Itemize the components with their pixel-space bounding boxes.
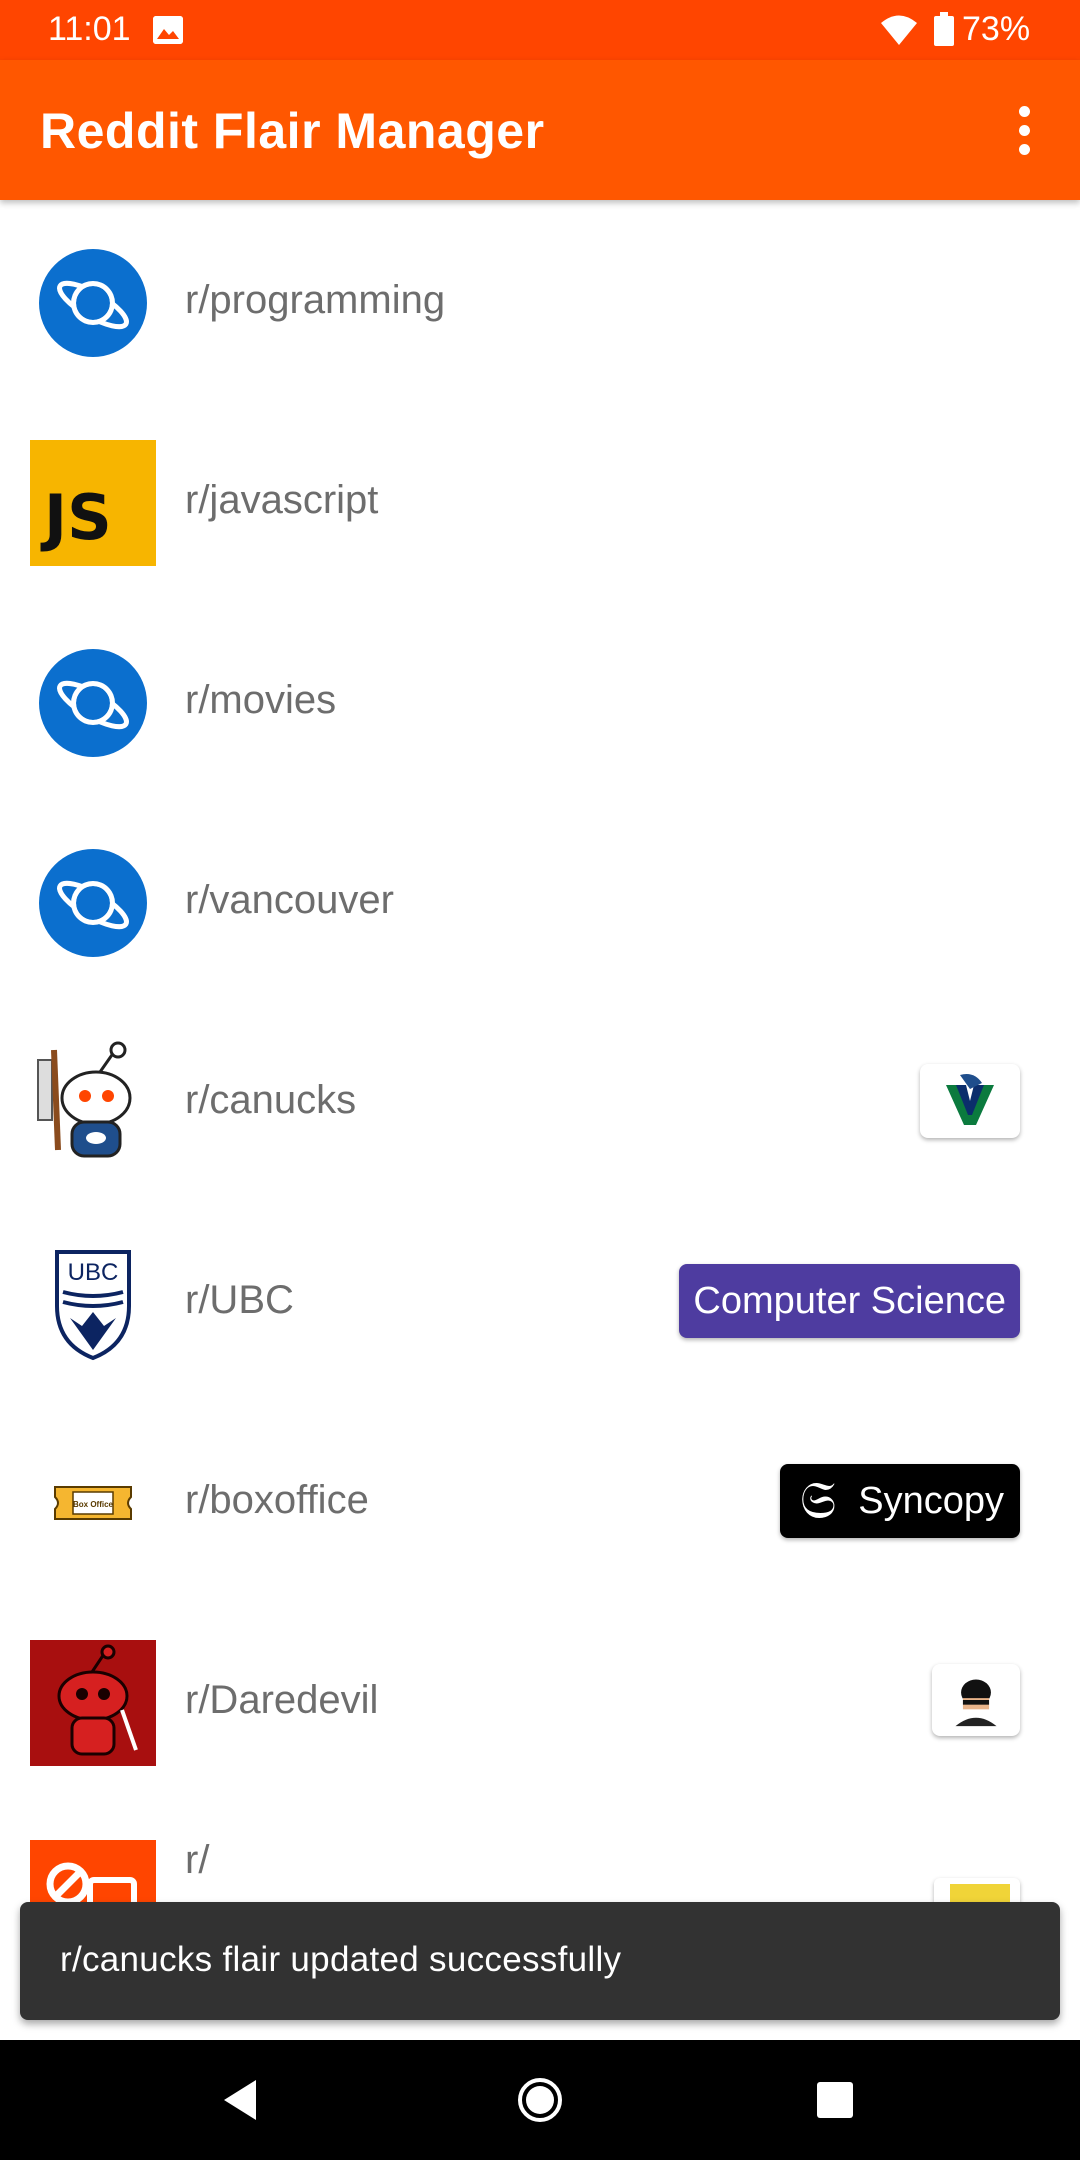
list-item[interactable]: UBC r/UBC Computer Science	[0, 1200, 1080, 1400]
status-time: 11:01	[48, 10, 131, 48]
subreddit-name: r/canucks	[185, 1078, 357, 1122]
navigation-bar	[0, 2040, 1080, 2160]
app-title: Reddit Flair Manager	[40, 103, 545, 159]
planet-icon	[30, 640, 156, 766]
overflow-menu-icon[interactable]	[1004, 106, 1044, 156]
list-item[interactable]: r/vancouver	[0, 800, 1080, 1000]
planet-icon	[30, 840, 156, 966]
flair-chip[interactable]	[932, 1664, 1020, 1736]
subreddit-list[interactable]: r/programming JS r/javascript r/movies r…	[0, 200, 1080, 2040]
battery-percent: 73%	[962, 10, 1031, 48]
back-icon[interactable]	[200, 2060, 280, 2140]
app-bar: Reddit Flair Manager	[0, 60, 1080, 200]
subreddit-name: r/javascript	[185, 478, 379, 522]
subreddit-name: r/vancouver	[185, 878, 394, 922]
subreddit-name: r/	[185, 1838, 210, 1882]
flair-text: Syncopy	[858, 1479, 1004, 1522]
character-avatar-icon	[955, 1679, 997, 1727]
battery-icon	[934, 12, 954, 46]
daredevil-snoo-icon	[30, 1640, 156, 1766]
js-logo-text: JS	[44, 481, 112, 554]
subreddit-name: r/UBC	[185, 1278, 294, 1322]
wifi-icon	[880, 14, 918, 46]
gallery-icon	[153, 16, 183, 44]
list-item[interactable]: Box Office r/boxoffice 𝔖 Syncopy	[0, 1400, 1080, 1600]
planet-icon	[30, 240, 156, 366]
list-item[interactable]: r/canucks	[0, 1000, 1080, 1200]
flair-text: Computer Science	[693, 1279, 1006, 1322]
ubc-crest-text: UBC	[68, 1259, 119, 1286]
ubc-crest-icon: UBC	[30, 1240, 156, 1366]
recents-icon[interactable]	[795, 2060, 875, 2140]
subreddit-name: r/movies	[185, 678, 337, 722]
syncopy-logo-icon: 𝔖	[799, 1471, 837, 1531]
js-logo-icon: JS	[30, 440, 156, 566]
list-item[interactable]: JS r/javascript	[0, 400, 1080, 600]
canucks-logo-icon	[946, 1074, 994, 1125]
snoo-mascot-icon	[30, 1040, 156, 1166]
box-office-text: Box Office	[73, 1500, 114, 1509]
subreddit-name: r/boxoffice	[185, 1478, 369, 1522]
status-bar: 11:01 73%	[0, 0, 1080, 60]
list-item[interactable]: r/Daredevil	[0, 1600, 1080, 1800]
flair-chip[interactable]: 𝔖 Syncopy	[779, 1464, 1020, 1538]
list-item[interactable]: r/programming	[0, 200, 1080, 400]
flair-chip[interactable]	[920, 1064, 1020, 1138]
snackbar-message: r/canucks flair updated successfully	[60, 1940, 622, 1979]
list-item[interactable]: r/movies	[0, 600, 1080, 800]
box-office-ticket-icon: Box Office	[30, 1440, 156, 1566]
snackbar: r/canucks flair updated successfully	[20, 1902, 1060, 2020]
flair-chip[interactable]: Computer Science	[679, 1264, 1020, 1338]
subreddit-name: r/Daredevil	[185, 1678, 379, 1722]
subreddit-name: r/programming	[185, 278, 446, 322]
home-icon[interactable]	[500, 2060, 580, 2140]
